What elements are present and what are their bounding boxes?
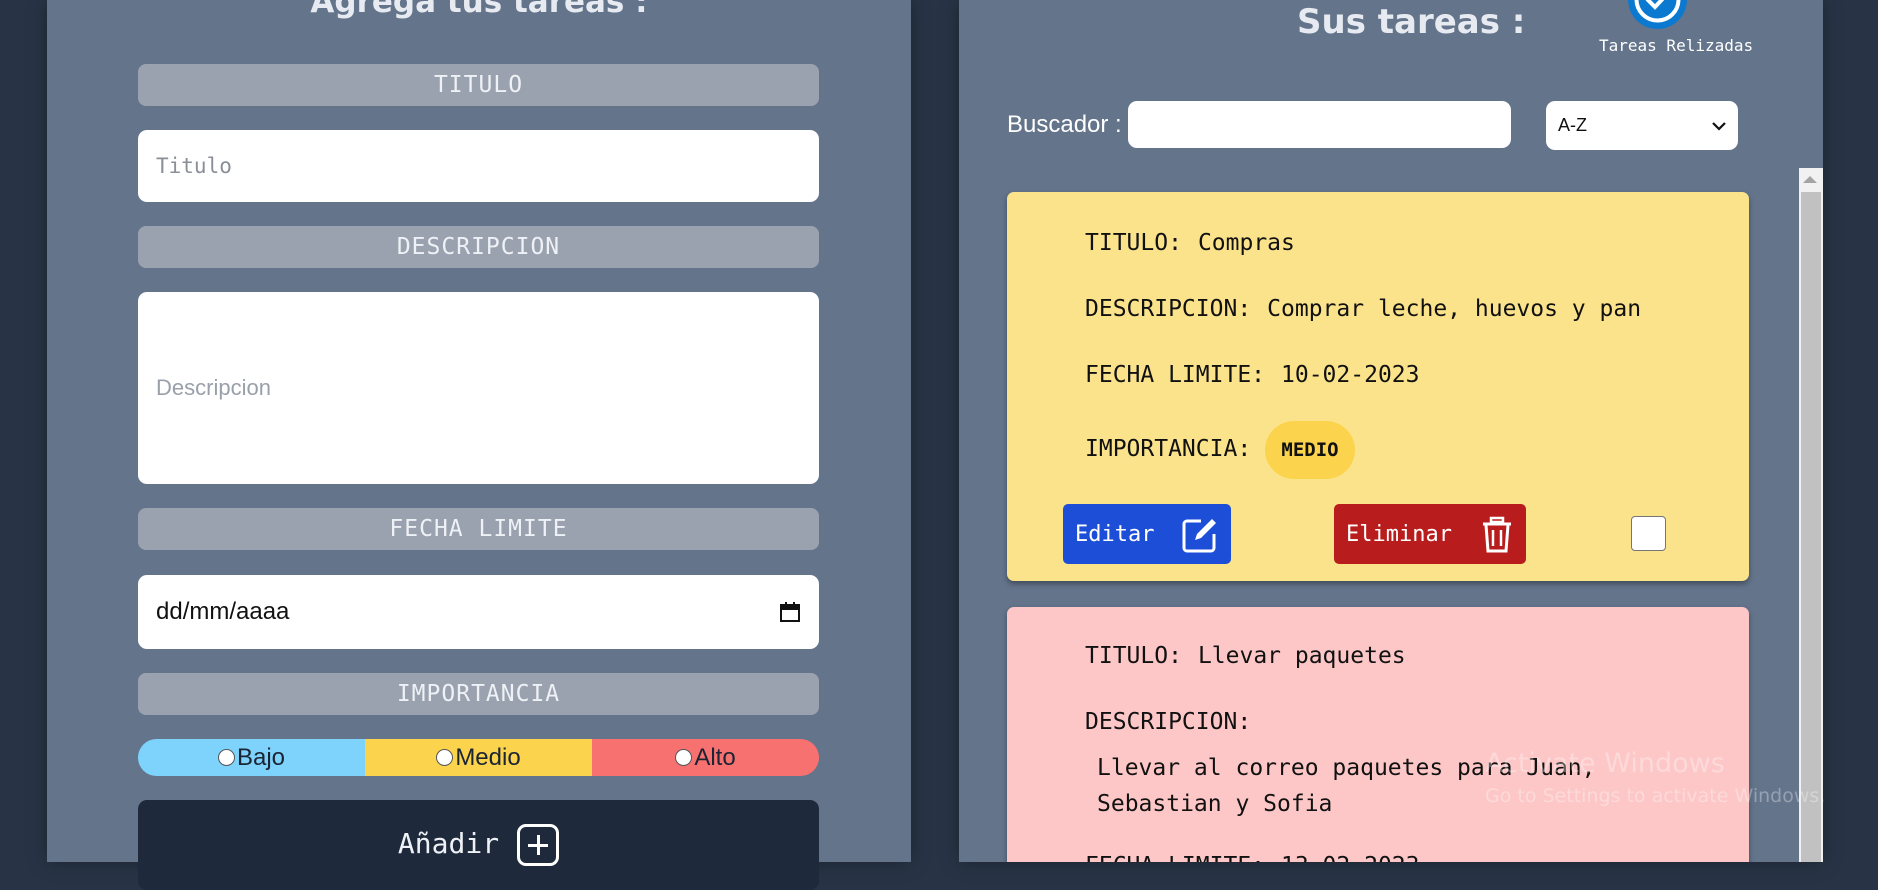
- radio-medio[interactable]: Medio: [365, 739, 592, 776]
- task-fecha-key: FECHA LIMITE:: [1085, 853, 1265, 862]
- titulo-label: TITULO: [138, 64, 819, 106]
- task-importancia-key: IMPORTANCIA:: [1085, 436, 1252, 462]
- radio-label: Alto: [694, 743, 736, 771]
- radio-circle[interactable]: [675, 749, 693, 766]
- tasks-title: Sus tareas :: [1297, 2, 1526, 42]
- edit-button[interactable]: Editar: [1063, 504, 1231, 564]
- descripcion-label: DESCRIPCION: [138, 226, 819, 268]
- task-titulo-value: Llevar paquetes: [1197, 643, 1406, 669]
- delete-button-label: Eliminar: [1346, 521, 1452, 547]
- radio-label: Medio: [455, 743, 521, 771]
- add-task-panel: Agrega tus tareas : TITULO Titulo DESCRI…: [47, 0, 911, 890]
- task-titulo-row: TITULO: Compras: [1085, 230, 1295, 256]
- importancia-label: IMPORTANCIA: [138, 673, 819, 715]
- done-tasks-label[interactable]: Tareas Relizadas: [1599, 36, 1753, 55]
- windows-activation-watermark: Activate Windows Go to Settings to activ…: [1485, 748, 1825, 807]
- task-descripcion-row: DESCRIPCION: Comprar leche, huevos y pan: [1085, 296, 1641, 322]
- radio-circle[interactable]: [436, 749, 454, 766]
- task-titulo-value: Compras: [1197, 230, 1295, 256]
- radio-circle[interactable]: [217, 749, 235, 766]
- task-descripcion-value: Comprar leche, huevos y pan: [1267, 296, 1642, 322]
- titulo-input[interactable]: Titulo: [138, 130, 819, 202]
- edit-button-label: Editar: [1075, 521, 1155, 547]
- task-fecha-value: 13-02-2023: [1281, 853, 1419, 862]
- add-task-button[interactable]: Añadir: [138, 800, 819, 890]
- task-fecha-row: FECHA LIMITE: 10-02-2023: [1085, 362, 1420, 388]
- task-card: TITULO: Llevar paquetes DESCRIPCION: Llev…: [1007, 607, 1749, 862]
- descripcion-textarea[interactable]: Descripcion: [138, 292, 819, 484]
- calendar-icon[interactable]: [779, 601, 801, 623]
- task-fecha-key: FECHA LIMITE:: [1085, 362, 1266, 388]
- search-input[interactable]: [1128, 101, 1511, 148]
- fecha-value: dd/mm/aaaa: [156, 598, 290, 625]
- search-label: Buscador :: [1007, 111, 1122, 138]
- form-title: Agrega tus tareas :: [310, 0, 648, 20]
- trash-icon: [1483, 516, 1511, 553]
- task-descripcion-key: DESCRIPCION:: [1085, 709, 1252, 735]
- chevron-down-icon: [1712, 121, 1726, 131]
- fecha-input[interactable]: dd/mm/aaaa: [138, 575, 819, 649]
- importancia-radio-group: Bajo Medio Alto: [138, 739, 819, 776]
- descripcion-placeholder: Descripcion: [156, 375, 271, 400]
- sort-value: A-Z: [1558, 115, 1587, 135]
- radio-alto[interactable]: Alto: [592, 739, 819, 776]
- sort-select[interactable]: A-Z: [1546, 101, 1738, 150]
- radio-label: Bajo: [236, 743, 286, 771]
- edit-icon: [1182, 519, 1216, 553]
- task-fecha-row: FECHA LIMITE: 13-02-2023: [1085, 853, 1420, 862]
- importance-badge: MEDIO: [1265, 421, 1355, 479]
- delete-button[interactable]: Eliminar: [1334, 504, 1526, 564]
- task-list-panel: Sus tareas : Tareas Relizadas Buscador :…: [959, 0, 1823, 862]
- task-titulo-key: TITULO:: [1085, 230, 1182, 256]
- task-done-checkbox[interactable]: [1631, 516, 1666, 551]
- task-titulo-key: TITULO:: [1085, 643, 1182, 669]
- task-fecha-value: 10-02-2023: [1281, 362, 1420, 388]
- watermark-title: Activate Windows: [1485, 748, 1725, 779]
- titulo-placeholder: Titulo: [156, 154, 232, 178]
- watermark-subtitle: Go to Settings to activate Windows.: [1485, 785, 1826, 807]
- check-circle-icon[interactable]: [1628, 0, 1687, 29]
- radio-bajo[interactable]: Bajo: [138, 739, 365, 776]
- task-titulo-row: TITULO: Llevar paquetes: [1085, 643, 1406, 669]
- task-card: TITULO: Compras DESCRIPCION: Comprar leche…: [1007, 192, 1749, 581]
- scroll-up-arrow-icon[interactable]: [1803, 176, 1817, 183]
- plus-square-icon: [517, 824, 560, 866]
- task-descripcion-key: DESCRIPCION:: [1085, 296, 1252, 322]
- fecha-label: FECHA LIMITE: [138, 508, 819, 550]
- add-button-label: Añadir: [397, 827, 500, 860]
